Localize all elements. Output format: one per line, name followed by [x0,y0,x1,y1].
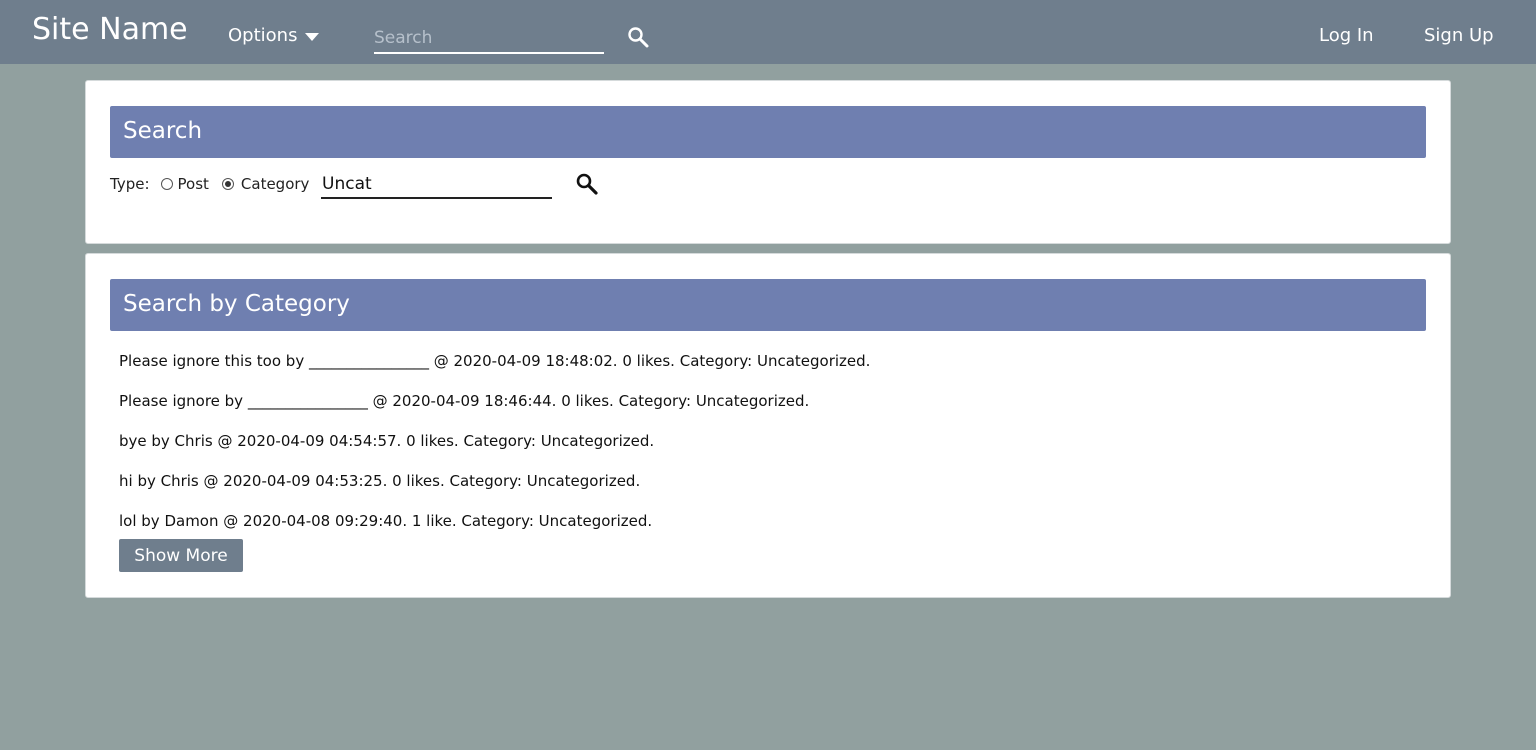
login-link[interactable]: Log In [1319,25,1374,46]
results-panel: Search by Category Please ignore this to… [85,253,1451,598]
category-search-button[interactable] [575,172,599,196]
nav-search-button[interactable] [626,25,650,49]
search-panel: Search Type: Post Category [85,80,1451,244]
list-item[interactable]: Please ignore this too by ______________… [119,351,870,391]
list-item[interactable]: bye by Chris @ 2020-04-09 04:54:57. 0 li… [119,431,870,471]
search-panel-title: Search [123,118,203,144]
site-name-link[interactable]: Site Name [32,12,188,47]
search-icon [576,173,598,195]
results-panel-header: Search by Category [110,279,1426,331]
category-radio[interactable] [221,178,234,190]
list-item[interactable]: hi by Chris @ 2020-04-09 04:53:25. 0 lik… [119,471,870,511]
category-radio-label[interactable]: Category [241,175,310,193]
show-more-button[interactable]: Show More [119,539,243,572]
signup-link[interactable]: Sign Up [1424,25,1494,46]
search-panel-header: Search [110,106,1426,158]
type-label: Type: [110,175,150,193]
nav-search-input[interactable] [374,24,604,54]
search-icon [628,27,649,48]
top-navbar: Site Name Options Log In Sign Up [0,0,1536,64]
search-type-row: Type: Post Category [110,175,309,193]
options-label: Options [228,25,298,46]
post-radio-label[interactable]: Post [178,175,209,193]
options-dropdown[interactable]: Options [228,25,320,46]
results-panel-title: Search by Category [123,291,350,317]
chevron-down-icon [305,33,320,41]
post-radio[interactable] [160,178,173,190]
list-item[interactable]: Please ignore by ________________ @ 2020… [119,391,870,431]
results-list: Please ignore this too by ______________… [119,351,870,551]
category-search-input[interactable] [321,171,552,199]
